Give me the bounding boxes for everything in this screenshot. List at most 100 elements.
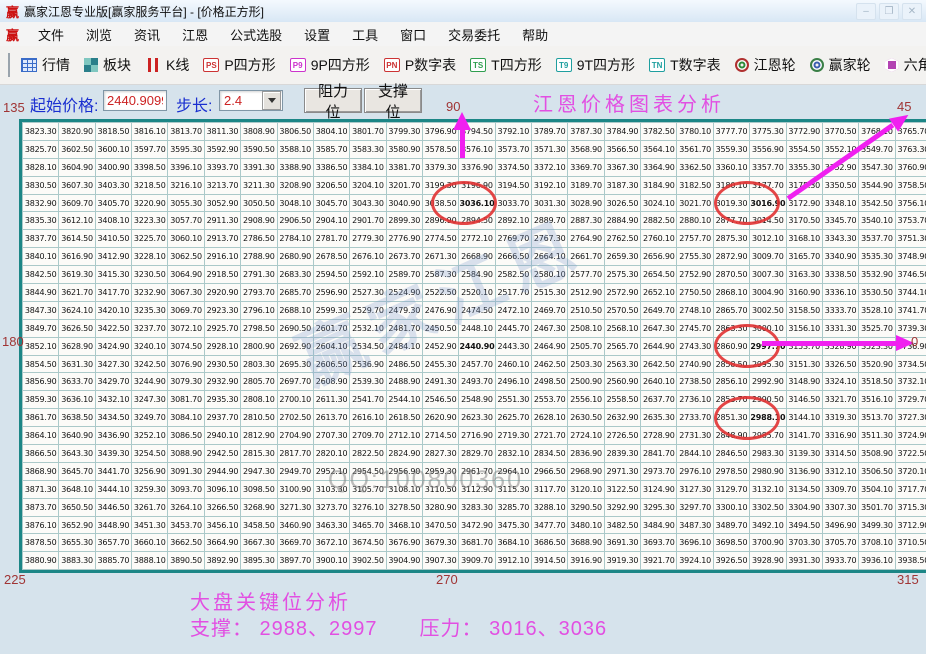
price-cell[interactable]: 3621.70 (58, 283, 96, 302)
price-cell[interactable]: 3616.90 (58, 247, 96, 267)
price-cell[interactable]: 2745.70 (676, 318, 714, 338)
price-cell[interactable]: 3045.70 (312, 193, 351, 213)
price-cell[interactable]: 3446.50 (94, 497, 133, 517)
price-cell[interactable]: 3600.10 (94, 139, 133, 159)
price-cell[interactable]: 3921.70 (640, 551, 678, 571)
price-cell[interactable]: 3904.90 (385, 551, 423, 571)
price-cell[interactable]: 3470.50 (421, 515, 460, 535)
price-cell[interactable]: 3883.30 (58, 551, 96, 571)
price-cell[interactable]: 3835.30 (21, 211, 60, 231)
price-cell[interactable]: 2469.70 (531, 300, 569, 320)
price-cell[interactable]: 3907.30 (421, 551, 460, 571)
price-cell[interactable]: 3192.10 (531, 175, 569, 195)
price-cell[interactable]: 3422.50 (94, 318, 133, 338)
price-cell[interactable]: 2563.30 (603, 354, 642, 374)
price-cell[interactable]: 2748.10 (676, 300, 714, 320)
price-cell[interactable]: 3595.30 (167, 139, 205, 159)
price-cell[interactable]: 3271.30 (276, 497, 314, 517)
price-cell[interactable]: 3093.70 (167, 479, 205, 499)
price-cell[interactable]: 3573.70 (494, 139, 533, 159)
price-cell[interactable]: 3199.30 (421, 175, 460, 195)
price-cell[interactable]: 3091.30 (167, 461, 205, 481)
price-cell[interactable]: 3698.50 (712, 533, 751, 553)
price-cell[interactable]: 3583.30 (349, 139, 387, 159)
price-cell[interactable]: 2592.10 (349, 265, 387, 285)
price-cell[interactable]: 2872.90 (712, 247, 751, 267)
price-cell[interactable]: 3374.50 (494, 157, 533, 177)
price-cell[interactable]: 3244.90 (131, 372, 169, 392)
price-cell[interactable]: 3362.50 (676, 157, 714, 177)
price-cell[interactable]: 2968.90 (567, 461, 605, 481)
price-cell[interactable]: 3264.10 (167, 497, 205, 517)
price-cell[interactable]: 3710.50 (894, 533, 926, 553)
price-cell[interactable]: 3859.30 (21, 390, 60, 410)
price-cell[interactable]: 3218.50 (131, 175, 169, 195)
price-cell[interactable]: 3367.30 (603, 157, 642, 177)
price-cell[interactable]: 2940.10 (203, 426, 242, 446)
price-cell[interactable]: 2995.30 (749, 354, 787, 374)
price-cell[interactable]: 2714.50 (421, 426, 460, 446)
price-cell[interactable]: 2906.50 (276, 211, 314, 231)
price-cell[interactable]: 3153.70 (785, 336, 823, 356)
price-cell[interactable]: 3345.70 (821, 211, 860, 231)
price-cell[interactable]: 2832.10 (494, 444, 533, 463)
price-cell[interactable]: 3748.90 (894, 247, 926, 267)
price-cell[interactable]: 3014.50 (749, 211, 787, 231)
price-cell[interactable]: 3760.90 (894, 157, 926, 177)
price-cell[interactable]: 3590.50 (240, 139, 278, 159)
price-cell[interactable]: 3765.70 (894, 122, 926, 141)
price-cell[interactable]: 2815.30 (240, 444, 278, 463)
price-cell[interactable]: 3700.90 (749, 533, 787, 553)
price-cell[interactable]: 3134.50 (785, 479, 823, 499)
price-cell[interactable]: 3144.10 (785, 408, 823, 428)
menu-item-7[interactable]: 工具 (341, 24, 389, 45)
price-cell[interactable]: 3288.10 (531, 497, 569, 517)
price-cell[interactable]: 3648.10 (58, 479, 96, 499)
price-cell[interactable]: 3000.10 (749, 318, 787, 338)
price-cell[interactable]: 2983.30 (749, 444, 787, 463)
price-cell[interactable]: 2565.70 (603, 336, 642, 356)
price-cell[interactable]: 3036.10 (458, 193, 496, 213)
price-cell[interactable]: 3381.70 (385, 157, 423, 177)
price-cell[interactable]: 3667.30 (240, 533, 278, 553)
toolbar-button-9[interactable]: TN T数字表 (642, 52, 728, 78)
price-cell[interactable]: 3295.30 (640, 497, 678, 517)
price-cell[interactable]: 3333.70 (821, 300, 860, 320)
price-cell[interactable]: 3120.10 (567, 479, 605, 499)
price-cell[interactable]: 3924.10 (676, 551, 714, 571)
price-cell[interactable]: 2484.10 (385, 336, 423, 356)
price-cell[interactable]: 3794.50 (458, 122, 496, 141)
price-cell[interactable]: 3297.70 (676, 497, 714, 517)
price-cell[interactable]: 2880.10 (676, 211, 714, 231)
price-cell[interactable]: 3609.70 (58, 193, 96, 213)
step-select[interactable]: 2.4 (219, 90, 283, 111)
price-cell[interactable]: 3674.50 (349, 533, 387, 553)
price-cell[interactable]: 3316.90 (821, 426, 860, 446)
price-cell[interactable]: 3302.50 (749, 497, 787, 517)
price-cell[interactable]: 2570.50 (603, 300, 642, 320)
price-cell[interactable]: 3429.70 (94, 372, 133, 392)
price-cell[interactable]: 3048.10 (276, 193, 314, 213)
price-cell[interactable]: 3784.90 (603, 122, 642, 141)
price-cell[interactable]: 3542.50 (858, 193, 896, 213)
price-cell[interactable]: 2930.50 (203, 354, 242, 374)
price-cell[interactable]: 3763.30 (894, 139, 926, 159)
price-cell[interactable]: 3592.90 (203, 139, 242, 159)
price-cell[interactable]: 3508.90 (858, 444, 896, 463)
price-cell[interactable]: 3324.10 (821, 372, 860, 392)
price-cell[interactable]: 2863.30 (712, 318, 751, 338)
price-cell[interactable]: 3602.50 (58, 139, 96, 159)
price-cell[interactable]: 3403.30 (94, 175, 133, 195)
price-cell[interactable]: 2796.10 (240, 300, 278, 320)
price-cell[interactable]: 2786.50 (240, 229, 278, 249)
price-cell[interactable]: 3703.30 (785, 533, 823, 553)
price-cell[interactable]: 3544.90 (858, 175, 896, 195)
price-cell[interactable]: 3259.30 (131, 479, 169, 499)
price-cell[interactable]: 3096.10 (203, 479, 242, 499)
price-cell[interactable]: 2791.30 (240, 265, 278, 285)
price-cell[interactable]: 3504.10 (858, 479, 896, 499)
price-cell[interactable]: 3552.10 (821, 139, 860, 159)
price-cell[interactable]: 2772.10 (458, 229, 496, 249)
price-cell[interactable]: 3278.50 (385, 497, 423, 517)
price-cell[interactable]: 2899.30 (385, 211, 423, 231)
